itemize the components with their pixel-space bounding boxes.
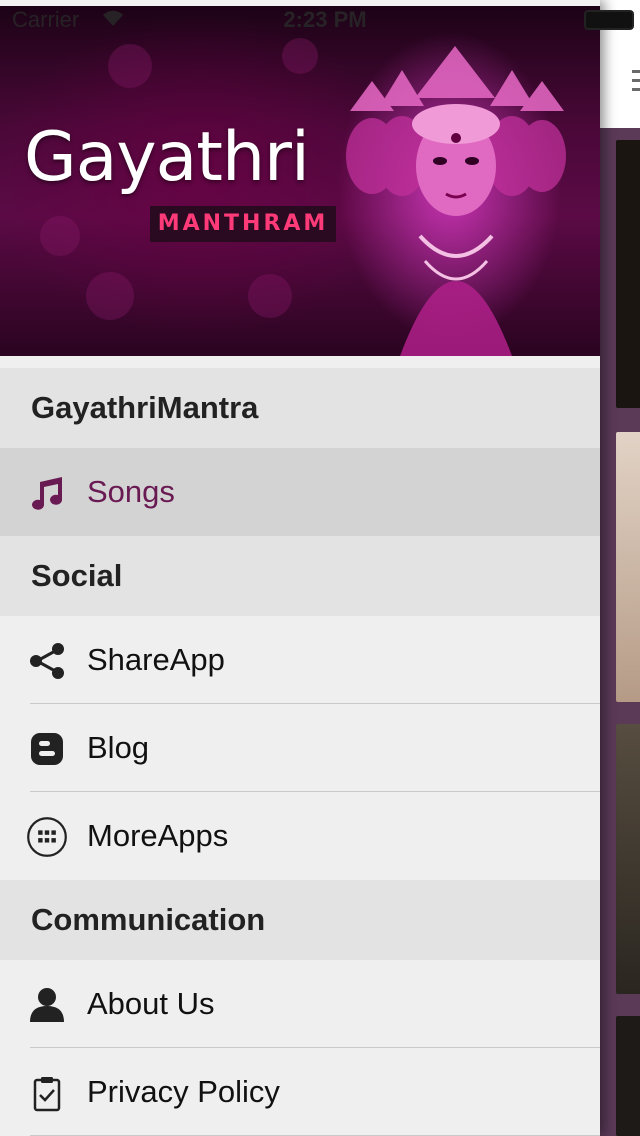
menu-item-privacy-policy[interactable]: Privacy Policy: [0, 1048, 600, 1136]
app-subtitle-logo: MANTHRAM: [150, 206, 336, 242]
menu-item-shareapp[interactable]: ShareApp: [0, 616, 600, 704]
hamburger-menu-icon[interactable]: [632, 70, 640, 96]
app-grid-icon: [27, 817, 67, 857]
main-content-view: [600, 0, 640, 1136]
menu-item-moreapps[interactable]: MoreApps: [0, 792, 600, 880]
menu-item-blog[interactable]: Blog: [0, 704, 600, 792]
menu-item-label: Blog: [87, 730, 150, 765]
menu-item-label: About Us: [87, 986, 215, 1021]
menu-item-about-us[interactable]: About Us: [0, 960, 600, 1048]
person-icon: [30, 988, 64, 1022]
share-icon: [30, 643, 64, 679]
battery-icon: [584, 10, 634, 30]
menu-item-label: Songs: [87, 474, 175, 509]
section-header-social: Social: [0, 536, 600, 616]
song-thumbnail[interactable]: [616, 432, 640, 702]
status-bar: Carrier 2:23 PM: [0, 0, 640, 40]
music-note-icon: [32, 477, 62, 510]
song-thumbnail[interactable]: [616, 1016, 640, 1136]
app-title-logo: Gayathri: [24, 118, 310, 197]
song-thumbnail[interactable]: [616, 140, 640, 408]
navigation-drawer: Gayathri MANTHRAM GayathriMantra Songs S…: [0, 0, 600, 1136]
header-banner: Gayathri MANTHRAM: [0, 6, 600, 356]
menu-item-label: ShareApp: [87, 642, 225, 677]
menu-item-label: Privacy Policy: [87, 1074, 280, 1109]
status-time: 2:23 PM: [283, 7, 367, 32]
menu-item-label: MoreApps: [87, 818, 229, 853]
section-header-gayathrimantra: GayathriMantra: [0, 368, 600, 448]
clipboard-check-icon: [33, 1077, 61, 1112]
section-header-communication: Communication: [0, 880, 600, 960]
blogger-icon: [31, 733, 63, 765]
song-thumbnail[interactable]: [616, 724, 640, 994]
menu-item-songs[interactable]: Songs: [0, 448, 600, 536]
drawer-menu: GayathriMantra Songs Social ShareApp Blo…: [0, 368, 600, 1136]
